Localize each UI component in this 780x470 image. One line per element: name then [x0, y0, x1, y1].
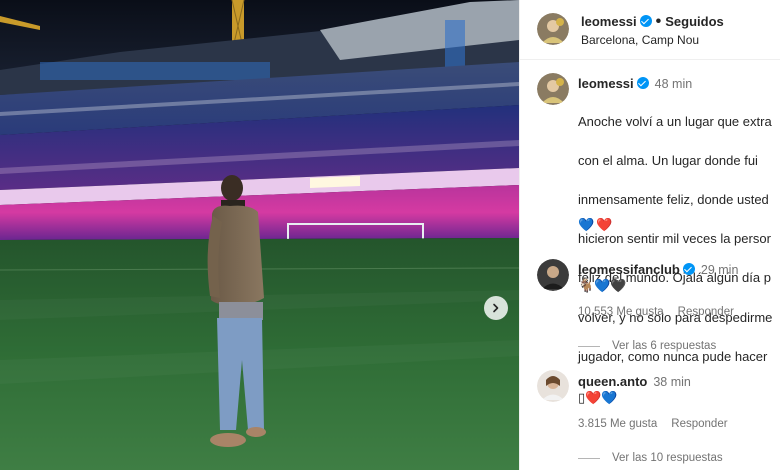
comment-avatar[interactable] — [537, 259, 569, 291]
caption-author-avatar[interactable] — [537, 73, 569, 105]
reply-button[interactable]: Responder — [671, 418, 727, 430]
verified-badge-icon — [636, 77, 649, 89]
post-location[interactable]: Barcelona, Camp Nou — [581, 33, 699, 47]
reply-button[interactable]: Responder — [678, 306, 734, 318]
replies-divider — [578, 345, 600, 347]
post-header: leomessi • Seguidos Barcelona, Camp Nou — [520, 0, 780, 60]
comment-likes[interactable]: 10.553 Me gusta — [578, 306, 664, 318]
post-side-panel: leomessi • Seguidos Barcelona, Camp Nou le… — [519, 0, 780, 470]
view-replies-label: Ver las 10 respuestas — [612, 452, 723, 464]
caption-line: Anoche volví a un lugar que extra — [578, 113, 772, 129]
comment-username[interactable]: leomessifanclub — [578, 262, 680, 277]
separator-dot: • — [655, 13, 662, 30]
comment-avatar[interactable] — [537, 370, 569, 402]
caption-line: inmensamente feliz, donde usted — [578, 191, 769, 207]
author-avatar[interactable] — [537, 13, 569, 45]
comment-text: ▯❤️💙 — [578, 390, 618, 405]
follow-status-button[interactable]: Seguidos — [665, 14, 724, 29]
stadium-image — [0, 0, 519, 470]
comment-time[interactable]: 38 min — [653, 375, 691, 389]
chevron-right-icon — [493, 303, 499, 313]
verified-badge-icon — [639, 15, 652, 27]
comment-username[interactable]: queen.anto — [578, 374, 647, 389]
caption-username[interactable]: leomessi — [578, 76, 634, 91]
view-replies-button[interactable]: Ver las 6 respuestas — [578, 340, 716, 352]
caption-line: con el alma. Un lugar donde fui — [578, 152, 758, 168]
caption-reactions: 💙❤️ — [578, 217, 615, 232]
comment-text: 🐐💙🖤 — [578, 278, 627, 293]
comment-likes[interactable]: 3.815 Me gusta — [578, 418, 657, 430]
view-replies-label: Ver las 6 respuestas — [612, 340, 717, 352]
next-photo-button[interactable] — [484, 296, 508, 320]
caption-time[interactable]: 48 min — [655, 77, 693, 91]
replies-divider — [578, 457, 600, 459]
comment-time[interactable]: 29 min — [701, 263, 739, 277]
post-photo — [0, 0, 519, 470]
view-replies-button[interactable]: Ver las 10 respuestas — [578, 452, 723, 464]
verified-badge-icon — [682, 263, 695, 275]
author-username[interactable]: leomessi — [581, 14, 637, 29]
comment-meta: 3.815 Me gusta Responder — [578, 418, 742, 430]
comment-meta: 10.553 Me gusta Responder — [578, 306, 748, 318]
